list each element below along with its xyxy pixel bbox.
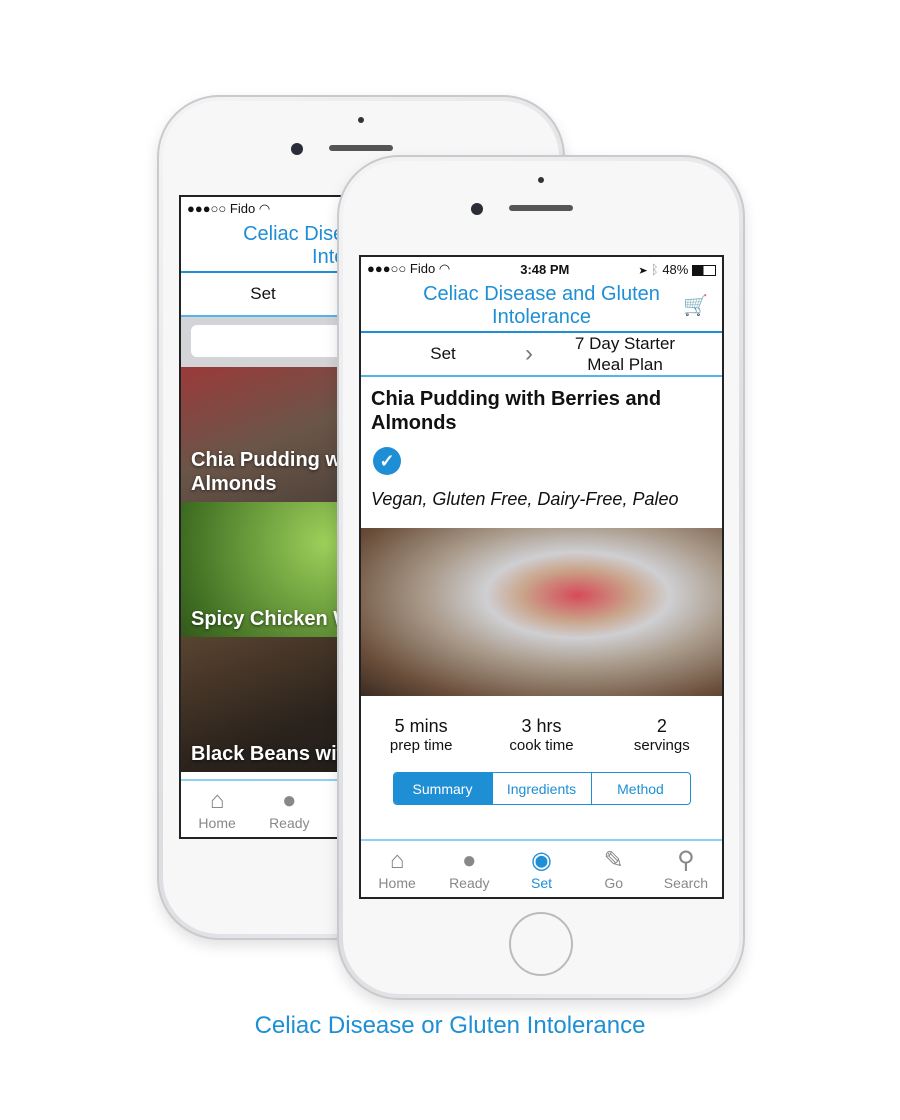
plate-icon: ◉ — [531, 847, 552, 874]
sensor — [538, 177, 544, 183]
bluetooth-icon: ᛒ — [650, 261, 659, 277]
speaker — [509, 205, 573, 211]
tab-label: Go — [604, 875, 624, 891]
checkmark-icon[interactable]: ✓ — [373, 447, 401, 475]
front-phone: ●●●○○ Fido ◠ 3:48 PM ➤ ᛒ 48% Celiac Dise… — [337, 155, 745, 1000]
recipe-title: Black Beans with — [191, 743, 356, 765]
speaker — [329, 145, 393, 151]
breadcrumb-current: 7 Day Starter Meal Plan — [574, 334, 676, 374]
stat-cook: 3 hrs cook time — [481, 716, 601, 754]
front-screen: ●●●○○ Fido ◠ 3:48 PM ➤ ᛒ 48% Celiac Dise… — [359, 255, 724, 899]
tab-bar: ⌂ Home ● Ready ◉ Set ✎ Go ⚲ Search — [361, 839, 722, 897]
chevron-right-icon: › — [525, 340, 533, 367]
search-icon: ⚲ — [677, 847, 695, 874]
tab-label: Ready — [269, 815, 310, 831]
apple-icon: ● — [462, 847, 477, 874]
tab-home[interactable]: ⌂ Home — [181, 781, 253, 837]
recipe-tags: Vegan, Gluten Free, Dairy-Free, Paleo — [371, 489, 679, 509]
clock: 3:48 PM — [520, 261, 570, 277]
status-bar: ●●●○○ Fido ◠ 3:48 PM ➤ ᛒ 48% — [361, 257, 722, 281]
location-icon: ➤ — [639, 261, 648, 277]
segment-method[interactable]: Method — [590, 773, 690, 804]
segment-ingredients[interactable]: Ingredients — [491, 773, 591, 804]
battery-level: 48% — [662, 261, 689, 277]
app-title: Celiac Disease and Gluten Intolerance — [423, 283, 660, 328]
breadcrumb-set[interactable]: Set — [361, 344, 525, 364]
home-button[interactable] — [509, 912, 573, 976]
recipe-title: Chia Pudding with Berries and Almonds — [371, 388, 662, 434]
tab-label: Ready — [449, 875, 490, 891]
stat-label: servings — [633, 737, 690, 754]
tab-label: Home — [198, 815, 236, 831]
home-icon: ⌂ — [389, 847, 405, 874]
tab-ready[interactable]: ● Ready — [433, 841, 505, 897]
tab-go[interactable]: ✎ Go — [578, 841, 650, 897]
stat-label: prep time — [389, 737, 453, 754]
segment-summary[interactable]: Summary — [393, 773, 492, 804]
home-icon: ⌂ — [209, 787, 225, 814]
cart-icon[interactable]: 🛒 — [683, 293, 708, 318]
apple-icon: ● — [282, 787, 297, 814]
carrier: Fido — [409, 261, 436, 276]
stat-label: cook time — [509, 737, 574, 754]
tab-ready[interactable]: ● Ready — [253, 781, 325, 837]
segmented-control: Summary Ingredients Method — [392, 772, 691, 805]
tab-label: Search — [663, 875, 709, 891]
tab-search[interactable]: ⚲ Search — [650, 841, 722, 897]
stat-value: 5 mins — [394, 716, 448, 736]
stat-value: 3 hrs — [521, 716, 562, 736]
wifi-icon: ◠ — [438, 261, 451, 276]
camera — [471, 203, 483, 215]
recipe-stats: 5 mins prep time 3 hrs cook time 2 servings — [361, 696, 722, 754]
stat-prep: 5 mins prep time — [361, 716, 481, 754]
wifi-icon: ◠ — [258, 201, 271, 216]
tab-set[interactable]: ◉ Set — [505, 841, 577, 897]
stat-value: 2 — [656, 716, 667, 736]
signal-icon: ●●●○○ — [187, 201, 227, 216]
tab-label: Set — [531, 875, 553, 891]
notebook-icon: ✎ — [603, 847, 624, 874]
tab-label: Home — [378, 875, 416, 891]
signal-icon: ●●●○○ — [367, 261, 407, 276]
stat-servings: 2 servings — [602, 716, 722, 754]
tab-home[interactable]: ⌂ Home — [361, 841, 433, 897]
breadcrumb: Set › 7 Day Starter Meal Plan — [361, 331, 722, 377]
sensor — [358, 117, 364, 123]
camera — [291, 143, 303, 155]
breadcrumb-set[interactable]: Set — [181, 284, 345, 304]
recipe-image — [361, 528, 722, 696]
caption: Celiac Disease or Gluten Intolerance — [254, 1012, 646, 1039]
carrier: Fido — [229, 201, 256, 216]
battery-icon — [691, 264, 716, 276]
